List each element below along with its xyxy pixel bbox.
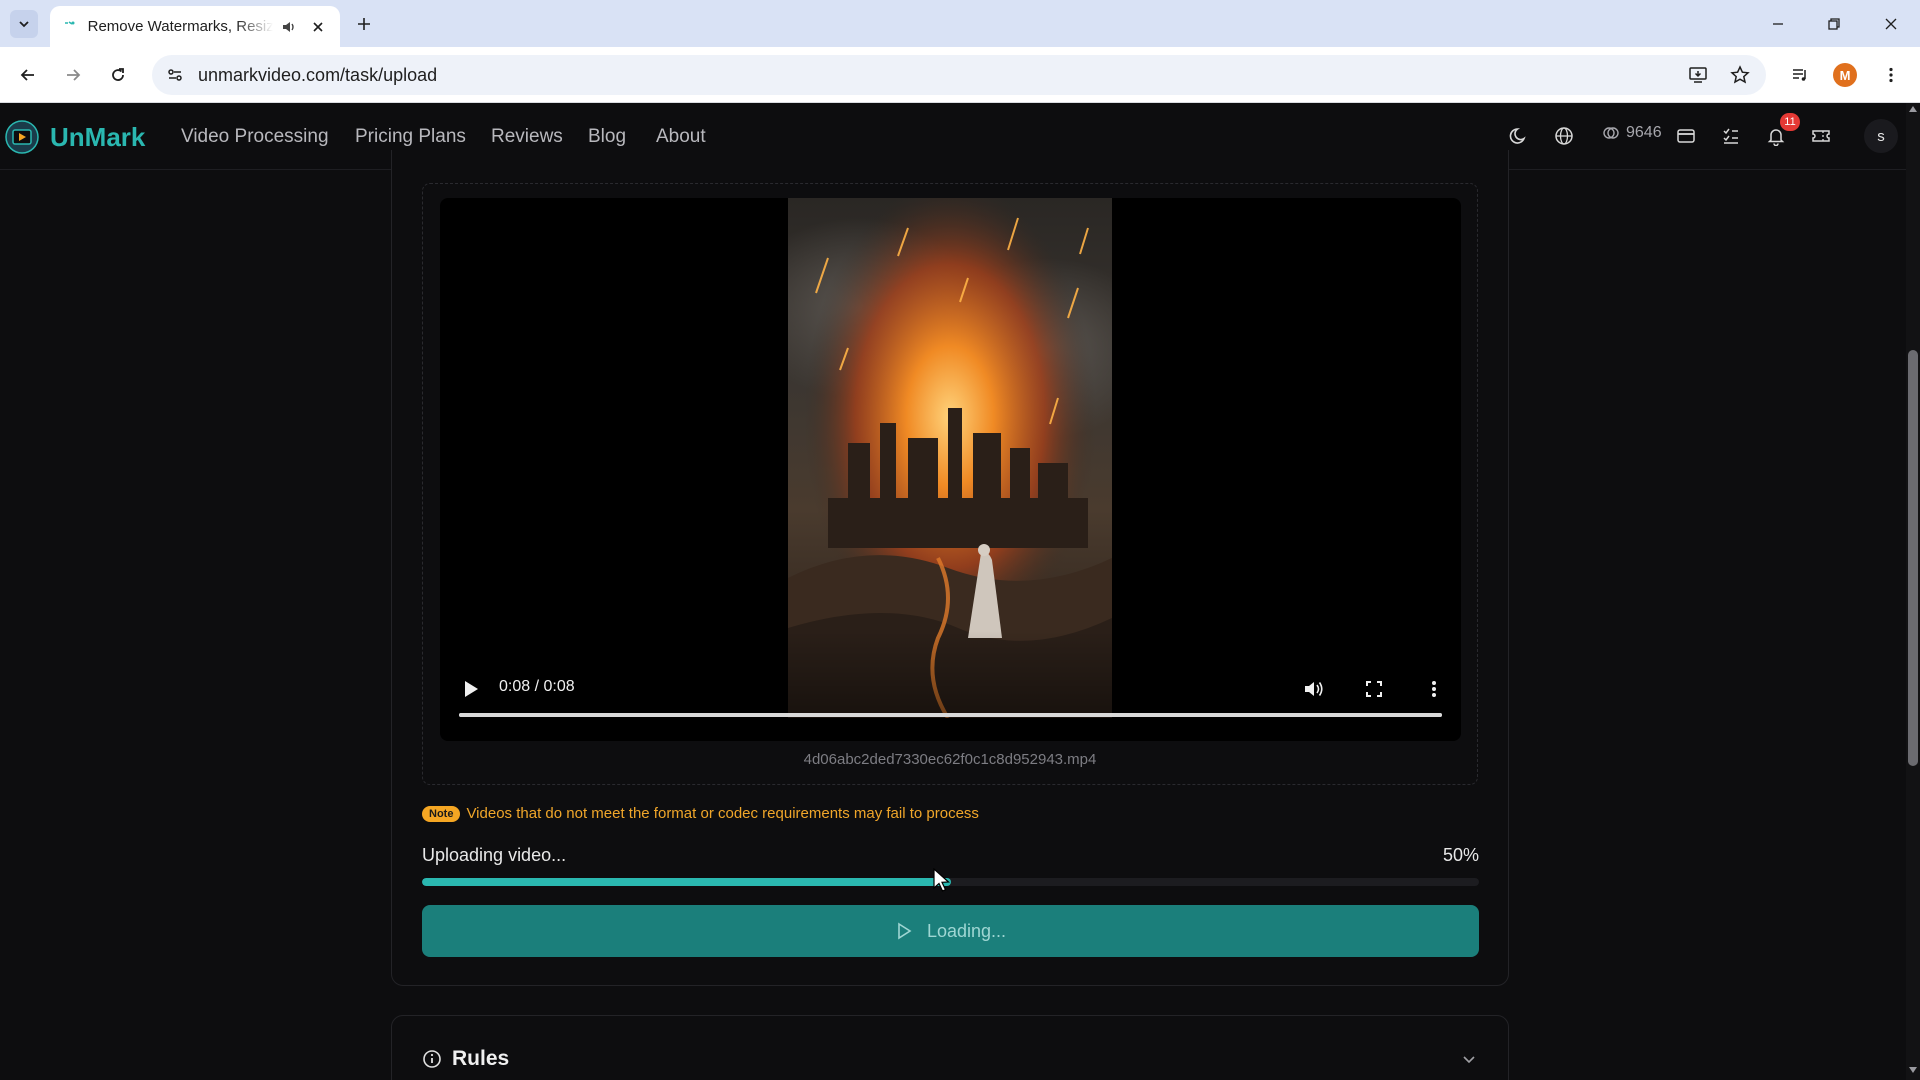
chevron-down-icon[interactable] [1459, 1049, 1479, 1069]
tab-search-chevron-icon[interactable] [10, 10, 38, 38]
rules-title: Rules [452, 1047, 510, 1070]
play-icon[interactable] [458, 676, 484, 702]
profile-avatar[interactable]: M [1833, 63, 1857, 87]
note-badge: Note [422, 805, 461, 822]
notification-badge: 11 [1780, 113, 1800, 131]
nav-reviews[interactable]: Reviews [491, 126, 563, 148]
user-avatar[interactable]: s [1864, 119, 1898, 153]
seek-bar-fill [459, 713, 1442, 717]
nav-blog[interactable]: Blog [588, 126, 626, 148]
browser-tab[interactable]: Remove Watermarks, Resize Videos [50, 6, 340, 47]
reload-icon[interactable] [104, 61, 132, 89]
process-button[interactable]: Loading... [422, 905, 1479, 957]
new-tab-plus-icon[interactable] [352, 12, 376, 36]
credits-balance[interactable]: 9646 [1602, 124, 1662, 142]
play-outline-icon [898, 922, 912, 940]
install-app-icon[interactable] [1684, 61, 1712, 89]
scrollbar-thumb[interactable] [1908, 350, 1918, 766]
upload-status-label: Uploading video... [422, 845, 567, 865]
info-circle-icon [423, 1050, 441, 1068]
ticket-icon[interactable] [1809, 124, 1833, 148]
browser-toolbar: unmarkvideo.com/task/upload [0, 47, 1920, 103]
scroll-up-arrow-icon[interactable] [1909, 105, 1917, 113]
logo-icon[interactable] [4, 119, 40, 155]
rules-card[interactable] [391, 1015, 1509, 1080]
logo-text[interactable]: UnMark [50, 122, 145, 153]
browser-tab-bar: Remove Watermarks, Resize Videos [0, 0, 1920, 47]
address-bar[interactable]: unmarkvideo.com/task/upload [152, 55, 1766, 95]
favicon-icon [62, 19, 78, 35]
forward-arrow-icon[interactable] [59, 61, 87, 89]
upload-percent: 50% [1443, 845, 1480, 865]
media-controls-icon[interactable] [1786, 61, 1814, 89]
mouse-cursor-icon [933, 868, 950, 892]
credit-card-icon[interactable] [1674, 124, 1698, 148]
seek-bar[interactable] [459, 713, 1442, 717]
scroll-down-arrow-icon[interactable] [1909, 1066, 1917, 1074]
bookmark-star-icon[interactable] [1726, 61, 1754, 89]
process-button-label: Loading... [926, 920, 1007, 941]
nav-about[interactable]: About [656, 126, 706, 148]
url-text: unmarkvideo.com/task/upload [198, 64, 438, 85]
more-options-icon[interactable] [1421, 676, 1447, 702]
credits-value: 9646 [1626, 124, 1662, 141]
video-filename: 4d06abc2ded7330ec62f0c1c8d952943.mp4 [803, 751, 1097, 768]
nav-pricing-plans[interactable]: Pricing Plans [355, 126, 466, 148]
note-text: Videos that do not meet the format or co… [466, 805, 979, 822]
coins-icon [1603, 127, 1619, 139]
volume-icon[interactable] [1301, 676, 1327, 702]
site-settings-icon[interactable] [164, 64, 186, 86]
speaker-icon[interactable] [279, 17, 299, 37]
nav-video-processing[interactable]: Video Processing [181, 126, 329, 148]
browser-menu-icon[interactable] [1877, 61, 1905, 89]
moon-icon[interactable] [1507, 124, 1531, 148]
minimize-icon[interactable] [1764, 10, 1792, 38]
globe-icon[interactable] [1552, 124, 1576, 148]
upload-progress-fill [422, 878, 951, 886]
task-list-icon[interactable] [1719, 124, 1743, 148]
restore-icon[interactable] [1820, 10, 1848, 38]
back-arrow-icon[interactable] [14, 61, 42, 89]
close-tab-icon[interactable] [308, 17, 328, 37]
tab-title: Remove Watermarks, Resize Videos [87, 18, 273, 35]
fullscreen-icon[interactable] [1361, 676, 1387, 702]
close-window-icon[interactable] [1877, 10, 1905, 38]
video-time: 0:08 / 0:08 [499, 678, 575, 695]
format-note: Note Videos that do not meet the format … [422, 805, 979, 822]
video-player[interactable]: 0:08 / 0:08 [440, 198, 1461, 741]
